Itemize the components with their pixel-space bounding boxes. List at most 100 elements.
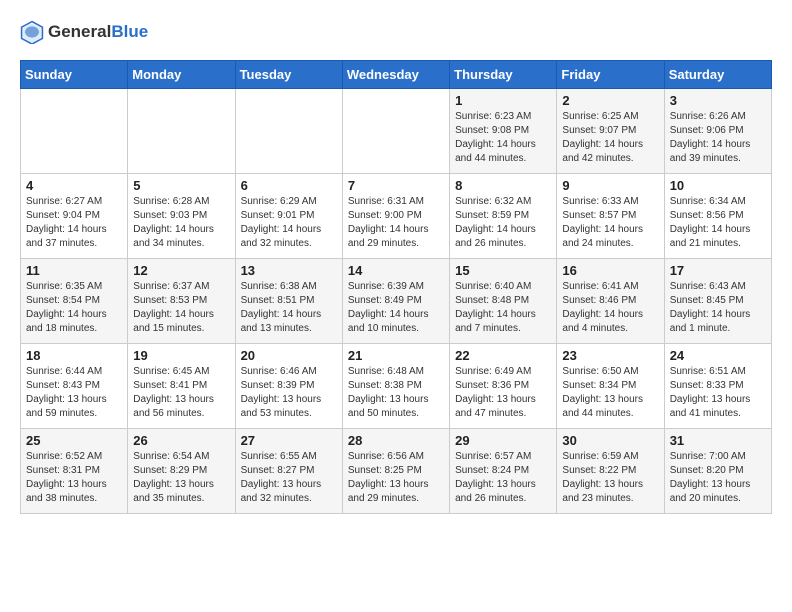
- day-info: Sunrise: 6:52 AM Sunset: 8:31 PM Dayligh…: [26, 450, 122, 506]
- weekday-header-saturday: Saturday: [664, 61, 771, 89]
- day-cell: 27Sunrise: 6:55 AM Sunset: 8:27 PM Dayli…: [235, 429, 342, 514]
- weekday-row: SundayMondayTuesdayWednesdayThursdayFrid…: [21, 61, 772, 89]
- day-number: 3: [670, 93, 766, 108]
- day-info: Sunrise: 6:59 AM Sunset: 8:22 PM Dayligh…: [562, 450, 658, 506]
- day-info: Sunrise: 6:27 AM Sunset: 9:04 PM Dayligh…: [26, 195, 122, 251]
- day-info: Sunrise: 6:40 AM Sunset: 8:48 PM Dayligh…: [455, 280, 551, 336]
- day-info: Sunrise: 7:00 AM Sunset: 8:20 PM Dayligh…: [670, 450, 766, 506]
- day-cell: 24 Sunrise: 6:51 AM Sunset: 8:33 PM Dayli…: [664, 344, 771, 429]
- day-number: 17: [670, 263, 766, 278]
- day-number: 6: [241, 178, 337, 193]
- day-cell: 7 Sunrise: 6:31 AM Sunset: 9:00 PM Daylig…: [342, 174, 449, 259]
- day-number: 1: [455, 93, 551, 108]
- day-cell: 30 Sunrise: 6:59 AM Sunset: 8:22 PM Dayli…: [557, 429, 664, 514]
- day-number: 20: [241, 348, 337, 363]
- day-cell: 22 Sunrise: 6:49 AM Sunset: 8:36 PM Dayli…: [450, 344, 557, 429]
- weekday-header-wednesday: Wednesday: [342, 61, 449, 89]
- week-row-3: 11 Sunrise: 6:35 AM Sunset: 8:54 PM Dayli…: [21, 259, 772, 344]
- day-number: 8: [455, 178, 551, 193]
- day-cell: 13 Sunrise: 6:38 AM Sunset: 8:51 PM Dayli…: [235, 259, 342, 344]
- day-info: Sunrise: 6:23 AM Sunset: 9:08 PM Dayligh…: [455, 110, 551, 166]
- day-number: 24: [670, 348, 766, 363]
- day-number: 7: [348, 178, 444, 193]
- day-number: 16: [562, 263, 658, 278]
- day-cell: 16 Sunrise: 6:41 AM Sunset: 8:46 PM Dayli…: [557, 259, 664, 344]
- calendar-table: SundayMondayTuesdayWednesdayThursdayFrid…: [20, 60, 772, 514]
- day-number: 18: [26, 348, 122, 363]
- day-cell: 26Sunrise: 6:54 AM Sunset: 8:29 PM Dayli…: [128, 429, 235, 514]
- day-cell: 17 Sunrise: 6:43 AM Sunset: 8:45 PM Dayli…: [664, 259, 771, 344]
- day-info: Sunrise: 6:31 AM Sunset: 9:00 PM Dayligh…: [348, 195, 444, 251]
- day-cell: 18 Sunrise: 6:44 AM Sunset: 8:43 PM Dayli…: [21, 344, 128, 429]
- day-number: 21: [348, 348, 444, 363]
- day-info: Sunrise: 6:32 AM Sunset: 8:59 PM Dayligh…: [455, 195, 551, 251]
- day-info: Sunrise: 6:44 AM Sunset: 8:43 PM Dayligh…: [26, 365, 122, 421]
- weekday-header-sunday: Sunday: [21, 61, 128, 89]
- day-info: Sunrise: 6:46 AM Sunset: 8:39 PM Dayligh…: [241, 365, 337, 421]
- day-number: 23: [562, 348, 658, 363]
- day-number: 13: [241, 263, 337, 278]
- day-cell: 19Sunrise: 6:45 AM Sunset: 8:41 PM Dayli…: [128, 344, 235, 429]
- day-info: Sunrise: 6:25 AM Sunset: 9:07 PM Dayligh…: [562, 110, 658, 166]
- day-cell: 6 Sunrise: 6:29 AM Sunset: 9:01 PM Daylig…: [235, 174, 342, 259]
- day-cell: 10 Sunrise: 6:34 AM Sunset: 8:56 PM Dayli…: [664, 174, 771, 259]
- day-info: Sunrise: 6:35 AM Sunset: 8:54 PM Dayligh…: [26, 280, 122, 336]
- day-cell: 2 Sunrise: 6:25 AM Sunset: 9:07 PM Daylig…: [557, 89, 664, 174]
- day-cell: 1 Sunrise: 6:23 AM Sunset: 9:08 PM Daylig…: [450, 89, 557, 174]
- day-number: 12: [133, 263, 229, 278]
- day-info: Sunrise: 6:54 AM Sunset: 8:29 PM Dayligh…: [133, 450, 229, 506]
- day-info: Sunrise: 6:34 AM Sunset: 8:56 PM Dayligh…: [670, 195, 766, 251]
- day-info: Sunrise: 6:26 AM Sunset: 9:06 PM Dayligh…: [670, 110, 766, 166]
- day-number: 31: [670, 433, 766, 448]
- week-row-2: 4Sunrise: 6:27 AM Sunset: 9:04 PM Daylig…: [21, 174, 772, 259]
- day-number: 28: [348, 433, 444, 448]
- week-row-1: 1 Sunrise: 6:23 AM Sunset: 9:08 PM Daylig…: [21, 89, 772, 174]
- day-info: Sunrise: 6:49 AM Sunset: 8:36 PM Dayligh…: [455, 365, 551, 421]
- day-number: 10: [670, 178, 766, 193]
- day-info: Sunrise: 6:33 AM Sunset: 8:57 PM Dayligh…: [562, 195, 658, 251]
- day-info: Sunrise: 6:39 AM Sunset: 8:49 PM Dayligh…: [348, 280, 444, 336]
- logo: GeneralBlue: [20, 20, 148, 44]
- day-number: 22: [455, 348, 551, 363]
- weekday-header-tuesday: Tuesday: [235, 61, 342, 89]
- day-cell: 9 Sunrise: 6:33 AM Sunset: 8:57 PM Daylig…: [557, 174, 664, 259]
- day-info: Sunrise: 6:43 AM Sunset: 8:45 PM Dayligh…: [670, 280, 766, 336]
- day-info: Sunrise: 6:29 AM Sunset: 9:01 PM Dayligh…: [241, 195, 337, 251]
- day-number: 2: [562, 93, 658, 108]
- day-cell: 8 Sunrise: 6:32 AM Sunset: 8:59 PM Daylig…: [450, 174, 557, 259]
- weekday-header-thursday: Thursday: [450, 61, 557, 89]
- day-cell: [342, 89, 449, 174]
- day-info: Sunrise: 6:48 AM Sunset: 8:38 PM Dayligh…: [348, 365, 444, 421]
- day-cell: [21, 89, 128, 174]
- day-info: Sunrise: 6:50 AM Sunset: 8:34 PM Dayligh…: [562, 365, 658, 421]
- day-cell: 11 Sunrise: 6:35 AM Sunset: 8:54 PM Dayli…: [21, 259, 128, 344]
- day-cell: 29Sunrise: 6:57 AM Sunset: 8:24 PM Dayli…: [450, 429, 557, 514]
- logo-text-block: GeneralBlue: [48, 22, 148, 42]
- day-number: 30: [562, 433, 658, 448]
- day-cell: 20 Sunrise: 6:46 AM Sunset: 8:39 PM Dayli…: [235, 344, 342, 429]
- day-number: 15: [455, 263, 551, 278]
- day-cell: 23 Sunrise: 6:50 AM Sunset: 8:34 PM Dayli…: [557, 344, 664, 429]
- day-number: 14: [348, 263, 444, 278]
- day-number: 29: [455, 433, 551, 448]
- day-cell: 28Sunrise: 6:56 AM Sunset: 8:25 PM Dayli…: [342, 429, 449, 514]
- day-cell: 4Sunrise: 6:27 AM Sunset: 9:04 PM Daylig…: [21, 174, 128, 259]
- day-cell: 5 Sunrise: 6:28 AM Sunset: 9:03 PM Daylig…: [128, 174, 235, 259]
- day-number: 5: [133, 178, 229, 193]
- day-number: 11: [26, 263, 122, 278]
- day-cell: 14 Sunrise: 6:39 AM Sunset: 8:49 PM Dayli…: [342, 259, 449, 344]
- day-info: Sunrise: 6:28 AM Sunset: 9:03 PM Dayligh…: [133, 195, 229, 251]
- calendar-body: 1 Sunrise: 6:23 AM Sunset: 9:08 PM Daylig…: [21, 89, 772, 514]
- day-info: Sunrise: 6:55 AM Sunset: 8:27 PM Dayligh…: [241, 450, 337, 506]
- day-number: 9: [562, 178, 658, 193]
- day-info: Sunrise: 6:51 AM Sunset: 8:33 PM Dayligh…: [670, 365, 766, 421]
- day-cell: [128, 89, 235, 174]
- day-cell: 15 Sunrise: 6:40 AM Sunset: 8:48 PM Dayli…: [450, 259, 557, 344]
- page-header: GeneralBlue: [20, 20, 772, 44]
- week-row-5: 25Sunrise: 6:52 AM Sunset: 8:31 PM Dayli…: [21, 429, 772, 514]
- day-info: Sunrise: 6:37 AM Sunset: 8:53 PM Dayligh…: [133, 280, 229, 336]
- day-info: Sunrise: 6:38 AM Sunset: 8:51 PM Dayligh…: [241, 280, 337, 336]
- day-info: Sunrise: 6:45 AM Sunset: 8:41 PM Dayligh…: [133, 365, 229, 421]
- weekday-header-friday: Friday: [557, 61, 664, 89]
- day-info: Sunrise: 6:41 AM Sunset: 8:46 PM Dayligh…: [562, 280, 658, 336]
